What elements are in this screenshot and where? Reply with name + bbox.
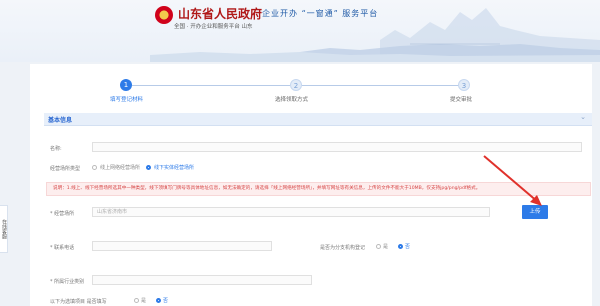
address-input[interactable]: 山东省济南市 xyxy=(92,207,490,217)
optional-option-no[interactable]: 否 xyxy=(163,297,168,304)
step-1-circle[interactable]: 1 xyxy=(120,79,132,91)
industry-label: * 所属行业类别 xyxy=(50,279,85,285)
business-type-option-online[interactable]: 线上网络经营场所 xyxy=(100,164,140,171)
branch-radio-no[interactable] xyxy=(398,244,403,249)
branch-option-no[interactable]: 否 xyxy=(405,243,410,250)
step-connector xyxy=(132,85,290,86)
address-label: * 经营场所 xyxy=(50,211,75,217)
optional-radio-yes[interactable] xyxy=(134,298,139,303)
industry-select[interactable] xyxy=(92,275,312,285)
business-type-option-offline[interactable]: 线下实体经营场所 xyxy=(154,164,194,171)
step-3-circle[interactable]: 3 xyxy=(458,79,470,91)
step-2-circle[interactable]: 2 xyxy=(290,79,302,91)
optional-option-yes[interactable]: 是 xyxy=(141,297,146,304)
name-label: 名称: xyxy=(50,146,62,152)
business-type-label: 经营场所类型 xyxy=(50,166,81,172)
step-connector xyxy=(302,85,460,86)
chevron-down-icon[interactable]: ⌄ xyxy=(580,113,586,121)
site-title[interactable]: 山东省人民政府 xyxy=(178,5,262,22)
optional-fields-label: 以下为选填项目 是否填写 xyxy=(50,299,107,305)
section-title: 基本信息 xyxy=(48,117,73,124)
platform-slogan: 企业开办 “一窗通” 服务平台 xyxy=(262,9,379,18)
step-1-label: 填写登记材料 xyxy=(110,97,144,103)
business-type-radio-online[interactable] xyxy=(92,165,97,170)
branch-option-yes[interactable]: 是 xyxy=(383,243,388,250)
site-header: 山东省人民政府 企业开办 “一窗通” 服务平台 全国 · 开办企业和服务平台 山… xyxy=(0,0,600,62)
branch-label: 是否为分支机构登记 xyxy=(320,245,366,251)
optional-radio-no[interactable] xyxy=(156,298,161,303)
section-header-basic-info[interactable]: 基本信息 ⌄ xyxy=(44,113,592,126)
tel-label: * 联系电话 xyxy=(50,245,75,251)
annotation-arrow-icon xyxy=(483,155,542,206)
site-subtitle: 全国 · 开办企业和服务平台 山东 xyxy=(174,24,253,30)
branch-radio-yes[interactable] xyxy=(376,244,381,249)
national-emblem-icon xyxy=(155,6,173,24)
step-3-label: 提交审批 xyxy=(450,97,473,103)
business-type-radio-offline[interactable] xyxy=(146,165,151,170)
tel-input[interactable] xyxy=(92,241,272,251)
online-service-tab[interactable]: 在线客服 xyxy=(0,205,8,253)
step-2-label: 选择领取方式 xyxy=(275,97,309,103)
